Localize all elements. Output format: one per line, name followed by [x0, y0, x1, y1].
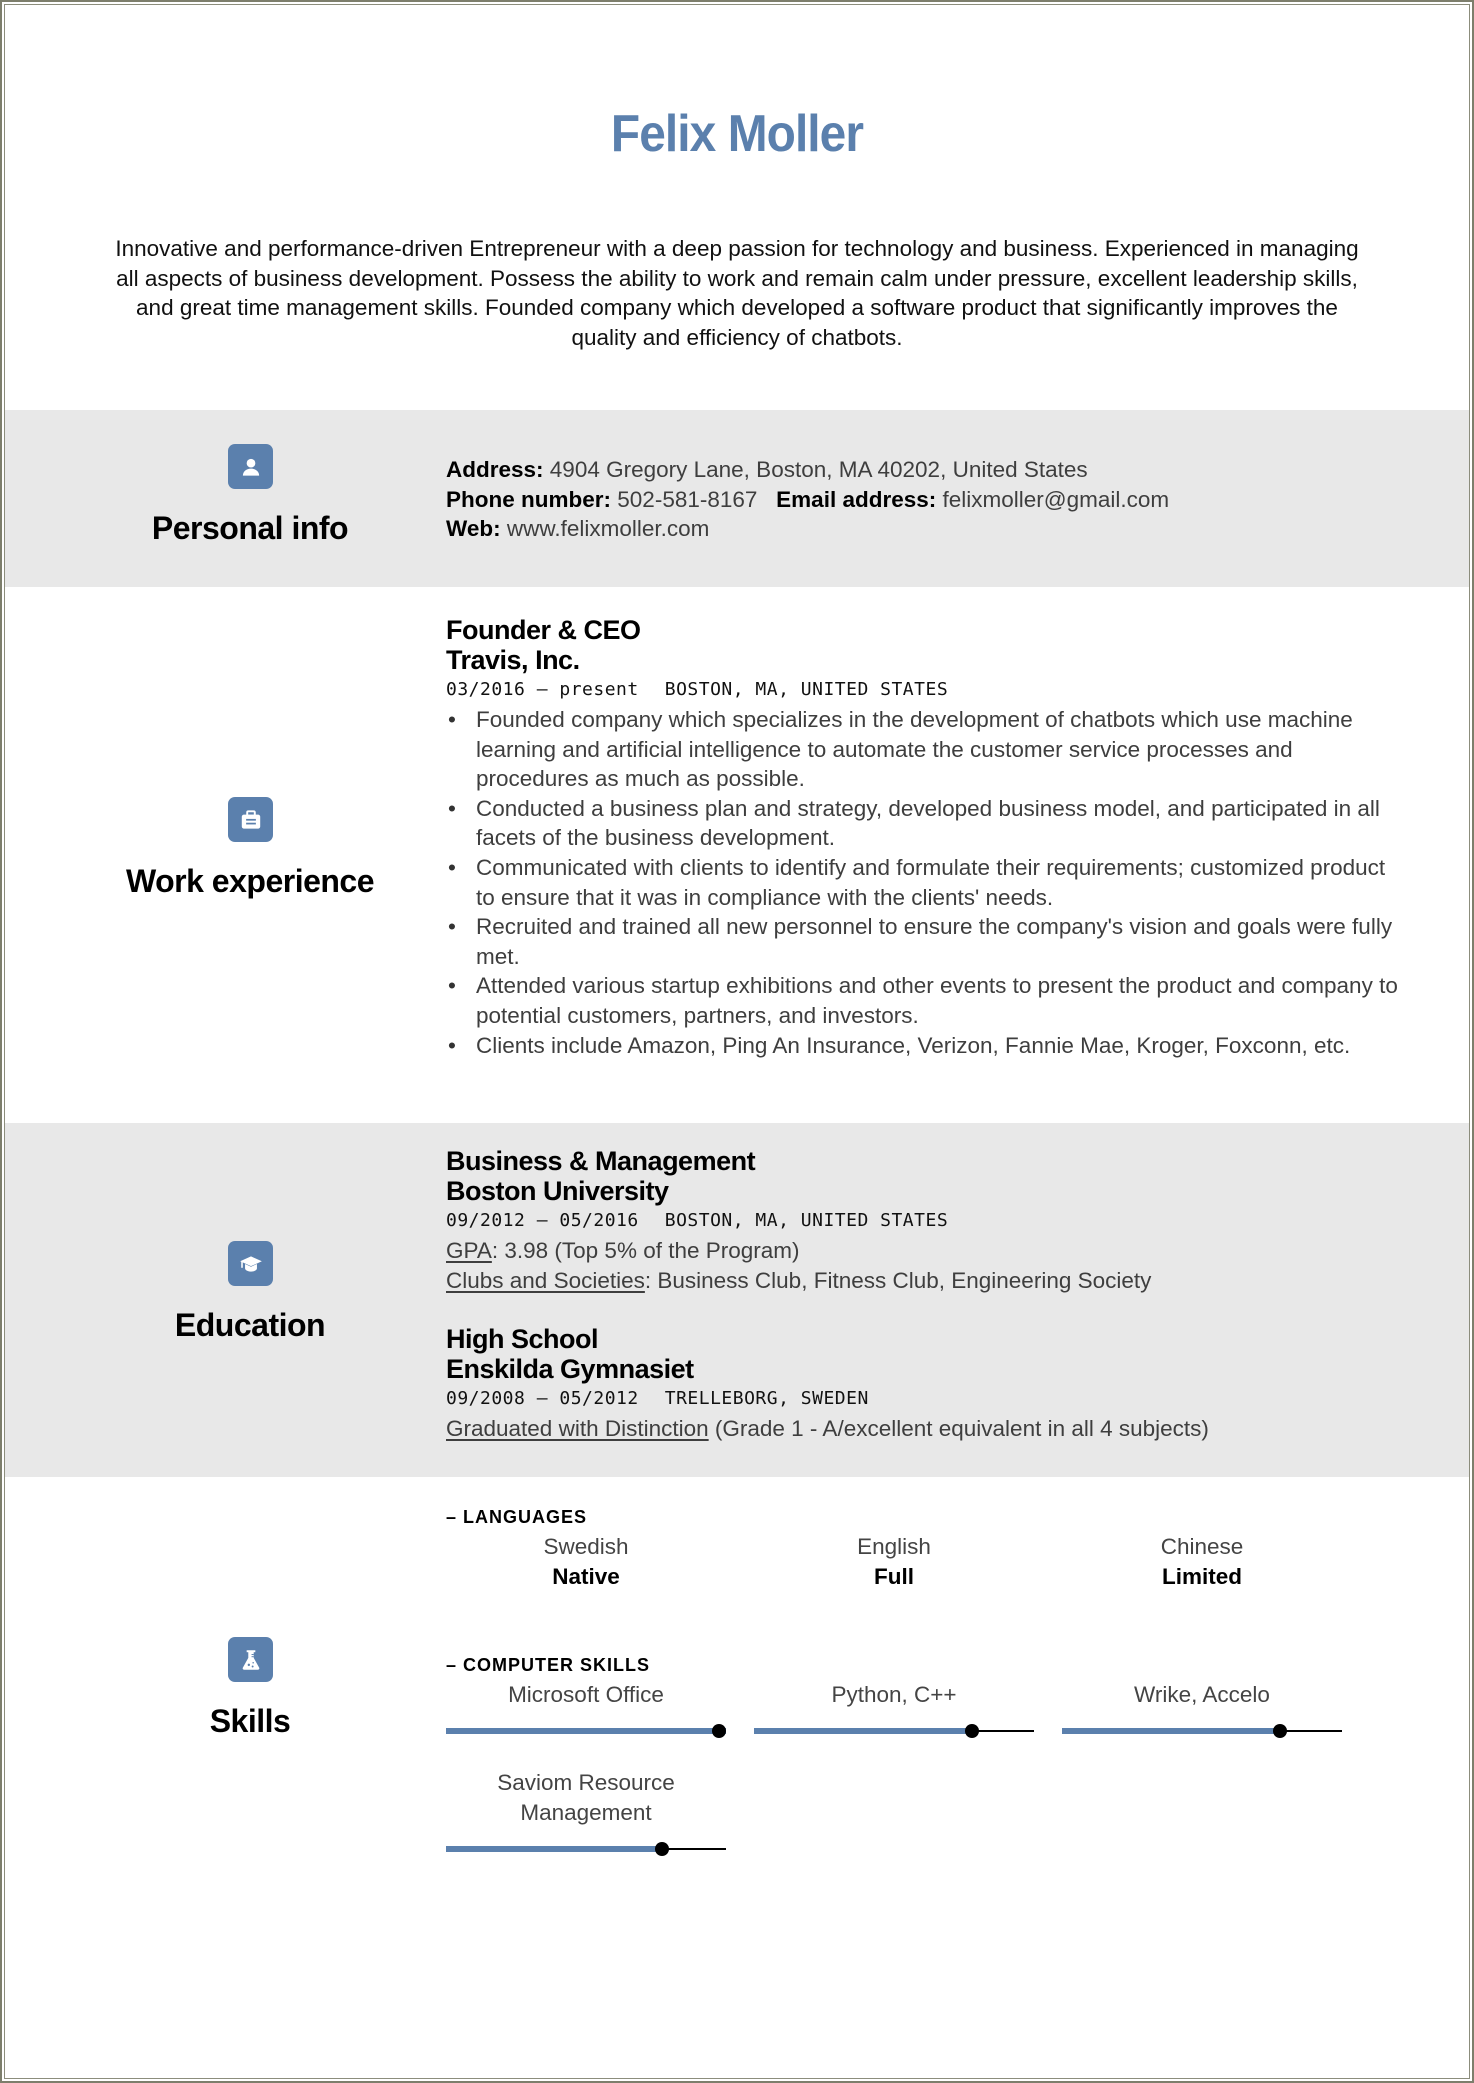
- education-entry: High School Enskilda Gymnasiet 09/2008 –…: [446, 1324, 1410, 1444]
- address-row: Address: 4904 Gregory Lane, Boston, MA 4…: [446, 455, 1410, 485]
- list-item: Clients include Amazon, Ping An Insuranc…: [446, 1031, 1410, 1061]
- job-responsibilities: Founded company which specializes in the…: [446, 705, 1410, 1060]
- computer-skills-block: – COMPUTER SKILLS Microsoft Office Pytho…: [446, 1655, 1410, 1975]
- detail-label: GPA: [446, 1238, 492, 1263]
- skill-name: Wrike, Accelo: [1134, 1682, 1270, 1707]
- skill-level-bar: [446, 1724, 726, 1738]
- resume-page: Felix Moller Innovative and performance-…: [4, 4, 1470, 2079]
- phone-label: Phone number:: [446, 486, 612, 512]
- list-item: Founded company which specializes in the…: [446, 705, 1410, 794]
- list-item: Communicated with clients to identify an…: [446, 853, 1410, 912]
- education-detail: Clubs and Societies: Business Club, Fitn…: [446, 1266, 1410, 1296]
- section-skills: Skills – LANGUAGES Swedish Native Englis…: [4, 1477, 1470, 2077]
- skill-name: Saviom Resource Management: [497, 1770, 675, 1825]
- skill-level-fill: [446, 1728, 726, 1734]
- detail-text: : Business Club, Fitness Club, Engineeri…: [644, 1267, 1152, 1293]
- education-detail: Graduated with Distinction (Grade 1 - A/…: [446, 1414, 1410, 1444]
- job-company: Travis, Inc.: [446, 645, 580, 675]
- skill-name: Microsoft Office: [508, 1682, 664, 1707]
- language-item: Swedish Native: [446, 1532, 726, 1591]
- education-dates: 09/2008 – 05/2012: [446, 1388, 639, 1409]
- detail-label: Clubs and Societies: [446, 1267, 645, 1293]
- education-detail: GPA: 3.98 (Top 5% of the Program): [446, 1236, 1410, 1266]
- detail-label: Graduated with Distinction: [446, 1416, 709, 1441]
- language-level: Limited: [1161, 1563, 1242, 1589]
- language-level: Full: [874, 1563, 914, 1589]
- web-value[interactable]: www.felixmoller.com: [507, 516, 710, 541]
- resume-header: Felix Moller Innovative and performance-…: [4, 4, 1470, 410]
- address-value: 4904 Gregory Lane, Boston, MA 40202, Uni…: [549, 457, 1088, 482]
- user-icon: [228, 444, 273, 489]
- languages-heading: – LANGUAGES: [446, 1507, 588, 1527]
- list-item: Conducted a business plan and strategy, …: [446, 794, 1410, 853]
- job-entry: Founder & CEO Travis, Inc. 03/2016 – pre…: [446, 615, 1410, 1060]
- list-item: Recruited and trained all new personnel …: [446, 912, 1410, 971]
- skill-name: Python, C++: [831, 1682, 957, 1707]
- phone-value: 502-581-8167: [617, 486, 758, 512]
- web-label: Web:: [446, 516, 501, 542]
- language-level: Native: [552, 1563, 620, 1589]
- skill-level-knob: [965, 1724, 979, 1738]
- school: Boston University: [446, 1176, 669, 1206]
- briefcase-icon: [228, 797, 273, 842]
- language-item: Chinese Limited: [1062, 1532, 1342, 1591]
- graduation-cap-icon: [228, 1241, 273, 1286]
- education-location: BOSTON, MA, UNITED STATES: [664, 1210, 949, 1231]
- detail-text: : 3.98 (Top 5% of the Program): [491, 1238, 800, 1263]
- section-title: Work experience: [125, 863, 375, 899]
- languages-block: – LANGUAGES Swedish Native English Full …: [446, 1507, 1410, 1598]
- education-entry: Business & Management Boston University …: [446, 1146, 1410, 1295]
- education-meta: 09/2012 – 05/2016 BOSTON, MA, UNITED STAT…: [446, 1206, 1410, 1236]
- skill-level-knob: [655, 1842, 669, 1856]
- degree: Business & Management: [446, 1146, 756, 1176]
- skill-level-bar: [1062, 1724, 1342, 1738]
- skill-level-bar: [446, 1842, 726, 1856]
- skill-item: Microsoft Office: [446, 1680, 726, 1738]
- skill-level-fill: [754, 1728, 972, 1734]
- section-education: Education Business & Management Boston U…: [4, 1123, 1470, 1477]
- flask-icon: [228, 1637, 273, 1682]
- skill-level-knob: [712, 1724, 726, 1738]
- candidate-name: Felix Moller: [610, 105, 864, 163]
- contact-details: Address: 4904 Gregory Lane, Boston, MA 4…: [446, 455, 1410, 544]
- language-item: English Full: [754, 1532, 1034, 1591]
- list-item: Attended various startup exhibitions and…: [446, 971, 1410, 1030]
- detail-text: (Grade 1 - A/excellent equivalent in all…: [708, 1416, 1209, 1441]
- section-title: Education: [174, 1307, 326, 1343]
- job-meta: 03/2016 – present BOSTON, MA, UNITED STAT…: [446, 675, 1410, 705]
- skill-level-knob: [1273, 1724, 1287, 1738]
- skill-level-fill: [1062, 1728, 1280, 1734]
- language-name: Swedish: [543, 1534, 629, 1559]
- job-dates: 03/2016 – present: [446, 679, 639, 700]
- section-title: Skills: [209, 1703, 291, 1739]
- phone-email-row: Phone number: 502-581-8167 Email address…: [446, 485, 1410, 515]
- email-label: Email address:: [776, 486, 937, 512]
- skill-level-bar: [754, 1724, 1034, 1738]
- job-location: BOSTON, MA, UNITED STATES: [664, 679, 949, 700]
- section-work-experience: Work experience Founder & CEO Travis, In…: [4, 587, 1470, 1123]
- job-position: Founder & CEO: [446, 615, 641, 645]
- address-label: Address:: [446, 457, 544, 482]
- language-name: Chinese: [1160, 1534, 1244, 1559]
- language-name: English: [857, 1534, 931, 1559]
- education-dates: 09/2012 – 05/2016: [446, 1210, 639, 1231]
- school: Enskilda Gymnasiet: [446, 1354, 694, 1384]
- web-row: Web: www.felixmoller.com: [446, 514, 1410, 544]
- education-location: TRELLEBORG, SWEDEN: [664, 1388, 869, 1409]
- computer-skills-heading: – COMPUTER SKILLS: [446, 1655, 651, 1675]
- profile-summary: Innovative and performance-driven Entrep…: [115, 236, 1359, 350]
- education-meta: 09/2008 – 05/2012 TRELLEBORG, SWEDEN: [446, 1384, 1410, 1414]
- skill-item: Python, C++: [754, 1680, 1034, 1738]
- section-title: Personal info: [151, 510, 349, 546]
- skill-item: Saviom Resource Management: [446, 1768, 726, 1856]
- email-value[interactable]: felixmoller@gmail.com: [943, 487, 1170, 512]
- section-personal-info: Personal info Address: 4904 Gregory Lane…: [4, 410, 1470, 587]
- degree: High School: [446, 1324, 599, 1354]
- skill-item: Wrike, Accelo: [1062, 1680, 1342, 1738]
- skill-level-fill: [446, 1846, 662, 1852]
